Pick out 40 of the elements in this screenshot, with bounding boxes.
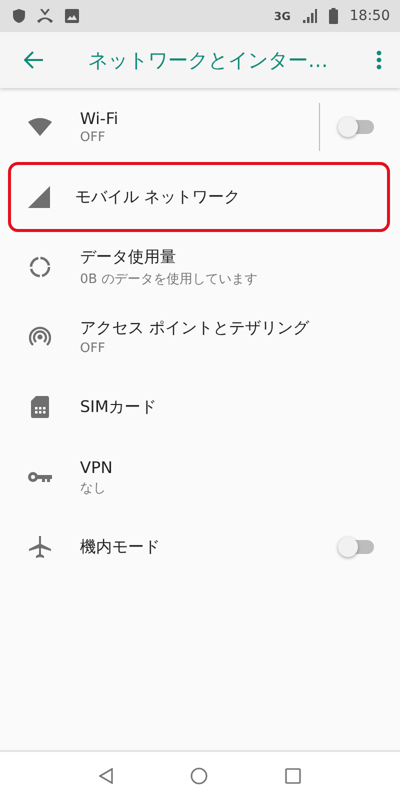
setting-title: VPN: [80, 458, 114, 476]
airplane-icon: [29, 536, 51, 558]
image-icon: [65, 9, 79, 23]
setting-row[interactable]: VPN なし: [0, 442, 400, 512]
back-triangle-icon: [98, 768, 113, 784]
setting-row[interactable]: Wi-Fi OFF: [0, 92, 400, 162]
highlighted-setting-row[interactable]: モバイル ネットワーク: [8, 162, 390, 232]
setting-summary: OFF: [80, 130, 106, 145]
toggle-switch[interactable]: [340, 537, 376, 557]
setting-title: Wi-Fi: [80, 109, 120, 128]
setting-title: アクセス ポイントとテザリング: [80, 318, 310, 339]
battery-icon: [328, 8, 338, 24]
setting-row[interactable]: 機内モード: [0, 512, 400, 582]
shield-icon: [13, 9, 25, 23]
setting-summary: 0B のデータを使用しています: [80, 270, 258, 288]
setting-row[interactable]: アクセス ポイントとテザリング OFF: [0, 302, 400, 372]
setting-summary: OFF: [80, 341, 106, 356]
recents-square-icon: [285, 768, 302, 784]
setting-summary: なし: [80, 480, 107, 496]
home-circle-icon: [190, 767, 208, 785]
more-options-icon: [376, 50, 382, 70]
setting-row[interactable]: SIMカード: [0, 372, 400, 442]
signal-icon: [28, 186, 50, 208]
hotspot-icon: [29, 326, 51, 348]
setting-title: 機内モード: [80, 536, 161, 558]
sim-card-icon: [31, 396, 49, 418]
back-arrow-icon: [24, 51, 44, 69]
wifi-icon: [28, 118, 52, 136]
key-icon: [28, 471, 52, 483]
signal-icon: [302, 9, 317, 23]
setting-title: データ使用量: [80, 246, 177, 268]
setting-row[interactable]: データ使用量 0B のデータを使用しています: [0, 232, 400, 302]
toggle-switch[interactable]: [340, 117, 376, 137]
setting-title: SIMカード: [80, 396, 158, 418]
missed-call-icon: [37, 9, 53, 23]
data-usage-icon: [29, 256, 51, 278]
setting-title: モバイル ネットワーク: [75, 186, 242, 208]
network-type: 3G: [274, 10, 291, 22]
clock: 18:50: [350, 8, 390, 24]
page-title: ネットワークとインター…: [88, 46, 329, 74]
